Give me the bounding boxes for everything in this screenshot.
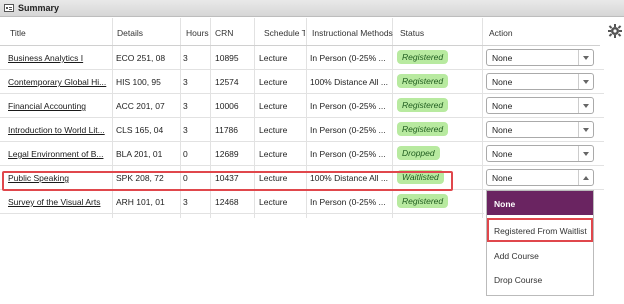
course-crn: 12468 bbox=[215, 197, 239, 207]
course-crn: 12689 bbox=[215, 149, 239, 159]
select-arrow-box bbox=[578, 98, 593, 113]
course-hours: 3 bbox=[183, 77, 188, 87]
course-instructional-method: In Person (0-25% ... bbox=[310, 149, 386, 159]
action-select-open[interactable]: None bbox=[486, 169, 594, 186]
course-hours: 3 bbox=[183, 125, 188, 135]
table-row: Financial Accounting ACC 201, 07 3 10006… bbox=[0, 94, 604, 118]
highlight-box bbox=[2, 171, 453, 191]
course-hours: 0 bbox=[183, 149, 188, 159]
table-row: Legal Environment of B... BLA 201, 01 0 … bbox=[0, 142, 604, 166]
action-select[interactable]: None bbox=[486, 145, 594, 162]
course-title-link[interactable]: Legal Environment of B... bbox=[8, 149, 108, 159]
highlight-box bbox=[487, 218, 593, 242]
column-header-crn[interactable]: CRN bbox=[215, 28, 233, 38]
dropdown-option-add-course[interactable]: Add Course bbox=[487, 243, 593, 267]
chevron-down-icon bbox=[583, 56, 589, 60]
chevron-up-icon bbox=[583, 176, 589, 180]
column-header-title[interactable]: Title bbox=[10, 28, 26, 38]
column-header-action[interactable]: Action bbox=[489, 28, 513, 38]
status-badge: Registered bbox=[397, 122, 449, 136]
course-hours: 3 bbox=[183, 53, 188, 63]
panel-title: Summary bbox=[18, 3, 60, 13]
action-select-value: None bbox=[492, 173, 513, 183]
course-instructional-method: In Person (0-25% ... bbox=[310, 53, 386, 63]
action-select-value: None bbox=[492, 149, 513, 159]
course-details: ARH 101, 01 bbox=[116, 197, 165, 207]
column-header-status[interactable]: Status bbox=[400, 28, 424, 38]
summary-panel-header: Summary bbox=[0, 0, 624, 17]
course-crn: 10006 bbox=[215, 101, 239, 111]
action-select-value: None bbox=[492, 53, 513, 63]
chevron-down-icon bbox=[583, 104, 589, 108]
table-row: Introduction to World Lit... CLS 165, 04… bbox=[0, 118, 604, 142]
course-instructional-method: In Person (0-25% ... bbox=[310, 197, 386, 207]
course-details: ECO 251, 08 bbox=[116, 53, 166, 63]
course-instructional-method: In Person (0-25% ... bbox=[310, 125, 386, 135]
course-details: CLS 165, 04 bbox=[116, 125, 164, 135]
chevron-down-icon bbox=[583, 128, 589, 132]
select-arrow-box bbox=[578, 170, 593, 185]
course-instructional-method: 100% Distance All ... bbox=[310, 77, 388, 87]
action-select[interactable]: None bbox=[486, 73, 594, 90]
course-hours: 3 bbox=[183, 101, 188, 111]
course-title-link[interactable]: Financial Accounting bbox=[8, 101, 108, 111]
action-select[interactable]: None bbox=[486, 97, 594, 114]
course-schedule-type: Lecture bbox=[259, 197, 288, 207]
chevron-down-icon bbox=[583, 80, 589, 84]
dropdown-option-label: None bbox=[494, 199, 516, 209]
course-crn: 11786 bbox=[215, 125, 239, 135]
column-header-details[interactable]: Details bbox=[117, 28, 143, 38]
table-row: Contemporary Global Hi... HIS 100, 95 3 … bbox=[0, 70, 604, 94]
status-badge: Dropped bbox=[397, 146, 440, 160]
course-title-link[interactable]: Survey of the Visual Arts bbox=[8, 197, 108, 207]
action-select-value: None bbox=[492, 77, 513, 87]
dropdown-option-label: Add Course bbox=[494, 251, 539, 261]
course-schedule-type: Lecture bbox=[259, 101, 288, 111]
dropdown-option-label: Drop Course bbox=[494, 275, 543, 285]
action-select[interactable]: None bbox=[486, 121, 594, 138]
select-arrow-box bbox=[578, 74, 593, 89]
select-arrow-box bbox=[578, 146, 593, 161]
table-icon bbox=[4, 4, 14, 12]
status-badge: Registered bbox=[397, 50, 449, 64]
course-instructional-method: In Person (0-25% ... bbox=[310, 101, 386, 111]
dropdown-option-none[interactable]: None bbox=[487, 191, 593, 215]
status-badge: Registered bbox=[397, 194, 449, 208]
course-title-link[interactable]: Introduction to World Lit... bbox=[8, 125, 108, 135]
status-badge: Registered bbox=[397, 74, 449, 88]
course-details: BLA 201, 01 bbox=[116, 149, 163, 159]
course-schedule-type: Lecture bbox=[259, 53, 288, 63]
action-select-value: None bbox=[492, 125, 513, 135]
select-arrow-box bbox=[578, 50, 593, 65]
action-dropdown-menu: None Registered From Waitlist Add Course… bbox=[486, 190, 594, 296]
column-header-hours[interactable]: Hours bbox=[186, 28, 209, 38]
course-title-link[interactable]: Business Analytics I bbox=[8, 53, 108, 63]
table-row: Business Analytics I ECO 251, 08 3 10895… bbox=[0, 46, 604, 70]
course-hours: 3 bbox=[183, 197, 188, 207]
dropdown-option-drop-course[interactable]: Drop Course bbox=[487, 267, 593, 291]
select-arrow-box bbox=[578, 122, 593, 137]
column-header-schedule-type[interactable]: Schedule T bbox=[264, 28, 305, 38]
course-schedule-type: Lecture bbox=[259, 149, 288, 159]
action-select[interactable]: None bbox=[486, 49, 594, 66]
column-header-instructional-methods[interactable]: Instructional Methods bbox=[312, 28, 393, 38]
status-badge: Registered bbox=[397, 98, 449, 112]
course-crn: 10895 bbox=[215, 53, 239, 63]
course-details: ACC 201, 07 bbox=[116, 101, 165, 111]
action-select-value: None bbox=[492, 101, 513, 111]
course-crn: 12574 bbox=[215, 77, 239, 87]
course-schedule-type: Lecture bbox=[259, 125, 288, 135]
course-title-link[interactable]: Contemporary Global Hi... bbox=[8, 77, 108, 87]
course-schedule-type: Lecture bbox=[259, 77, 288, 87]
gear-icon[interactable] bbox=[608, 24, 622, 38]
table-row: Survey of the Visual Arts ARH 101, 01 3 … bbox=[0, 190, 484, 214]
chevron-down-icon bbox=[583, 152, 589, 156]
course-details: HIS 100, 95 bbox=[116, 77, 161, 87]
